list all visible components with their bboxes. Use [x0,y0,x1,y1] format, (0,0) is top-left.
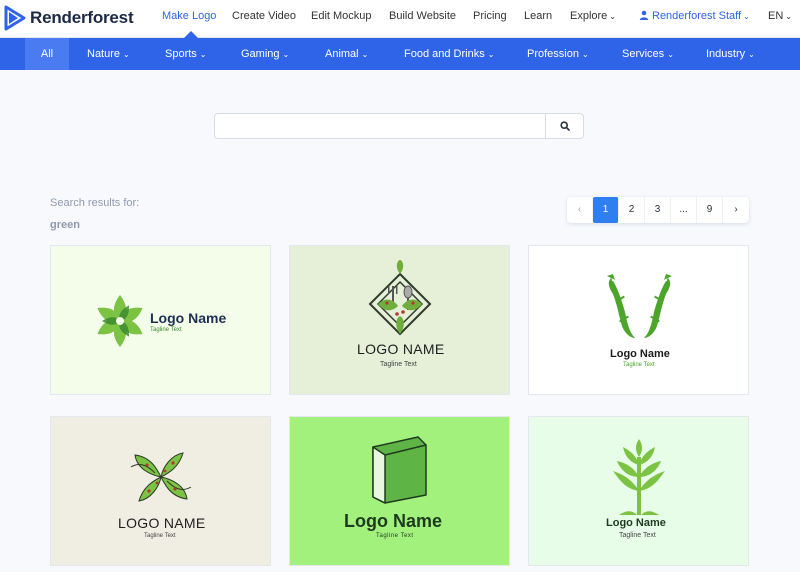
chevron-down-icon: ⌄ [609,12,616,21]
category-label: Gaming [241,48,280,60]
chevron-down-icon: ⌄ [667,50,674,59]
tree-logo [613,439,665,515]
language-selector[interactable]: EN ⌄ [768,10,793,22]
category-animal[interactable]: Animal ⌄ [325,38,368,70]
chevron-down-icon: ⌄ [581,50,589,59]
category-all[interactable]: All [25,38,69,70]
user-name: Renderforest Staff [652,10,742,22]
search-input[interactable] [215,114,545,138]
chevron-down-icon: ⌄ [743,12,750,21]
page-9-button[interactable]: 9 [697,197,723,223]
tagline: Tagline Text [619,532,656,539]
results-label: Search results for: [50,197,140,209]
tagline: Tagline Text [144,533,176,539]
category-gaming[interactable]: Gaming ⌄ [241,38,289,70]
category-services[interactable]: Services ⌄ [622,38,674,70]
nav-explore[interactable]: Explore ⌄ [570,10,617,22]
brand-name: Renderforest [30,8,134,27]
page-1-button[interactable]: 1 [593,197,619,223]
play-triangle-icon [4,5,26,31]
logo-card[interactable]: Logo Name Tagline Text [528,416,749,566]
nav-pricing[interactable]: Pricing [473,10,507,22]
category-label: Profession [527,48,579,60]
chevron-down-icon: ⌄ [487,50,495,59]
logo-card[interactable]: Logo Name Tagline Text [289,416,510,566]
chevron-down-icon: ⌄ [785,12,792,21]
language-label: EN [768,10,784,22]
lizards-logo [607,274,672,338]
twisted-leaves-logo [130,452,192,502]
results-term: green [50,219,80,231]
chevron-down-icon: ⌄ [199,50,207,59]
chevron-down-icon: ⌄ [123,50,130,59]
logo-name: LOGO NAME [118,515,206,531]
category-industry[interactable]: Industry ⌄ [706,38,755,70]
category-nature[interactable]: Nature ⌄ [87,38,130,70]
page-ellipsis: ... [671,197,697,223]
nav-create-video[interactable]: Create Video [232,10,296,22]
category-label: Animal [325,48,359,60]
chevron-down-icon: ⌄ [748,50,755,59]
chevron-down-icon: ⌄ [282,50,290,59]
logo-name: Logo Name [606,517,666,529]
search-box [214,113,584,139]
nav-build-website[interactable]: Build Website [389,10,456,22]
category-bar: All Nature ⌄ Sports ⌄ Gaming ⌄ Animal ⌄ Food… [0,38,800,70]
user-icon [639,10,649,20]
chevron-down-icon: ⌄ [361,50,369,59]
logo-card[interactable]: Logo Name Tagline Text [50,245,271,395]
page-3-button[interactable]: 3 [645,197,671,223]
fork-spoon-leaf-logo [368,260,432,336]
category-label: Nature [87,48,121,60]
category-food-and-drinks[interactable]: Food and Drinks ⌄ [404,38,494,70]
next-page-button[interactable]: › [723,197,749,223]
tagline: Tagline Text [623,362,655,368]
top-header: Renderforest Make Logo Create Video Edit… [0,0,800,38]
active-nav-indicator [184,31,198,38]
category-sports[interactable]: Sports ⌄ [165,38,207,70]
tagline: Tagline Text [376,533,414,539]
logo-name: Logo Name [344,511,443,531]
nav-edit-mockup[interactable]: Edit Mockup [311,10,372,22]
category-profession[interactable]: Profession ⌄ [527,38,589,70]
logo-name: Logo Name [150,310,227,326]
category-label: Food and Drinks [404,48,485,60]
user-menu[interactable]: Renderforest Staff ⌄ [639,10,751,22]
brand-logo[interactable]: Renderforest [4,4,134,32]
logo-name: LOGO NAME [357,341,445,357]
category-label: Services [622,48,665,60]
prev-page-button[interactable]: ‹ [567,197,593,223]
nav-explore-label: Explore [570,10,608,22]
logo-name: Logo Name [610,348,670,360]
nav-make-logo[interactable]: Make Logo [162,10,216,22]
logo-card[interactable]: Logo Name Tagline Text [528,245,749,395]
search-button[interactable] [545,114,583,138]
pagination: ‹ 1 2 3 ... 9 › [567,197,749,223]
page-2-button[interactable]: 2 [619,197,645,223]
box-logo [372,436,427,504]
category-label: Industry [706,48,746,60]
logo-card[interactable]: LOGO NAME Tagline Text [289,245,510,395]
nav-learn[interactable]: Learn [524,10,552,22]
category-label: Sports [165,48,197,60]
tagline: Tagline Text [150,327,182,333]
search-icon [559,121,570,131]
logo-card[interactable]: LOGO NAME Tagline Text [50,416,271,566]
tagline: Tagline Text [380,361,417,368]
